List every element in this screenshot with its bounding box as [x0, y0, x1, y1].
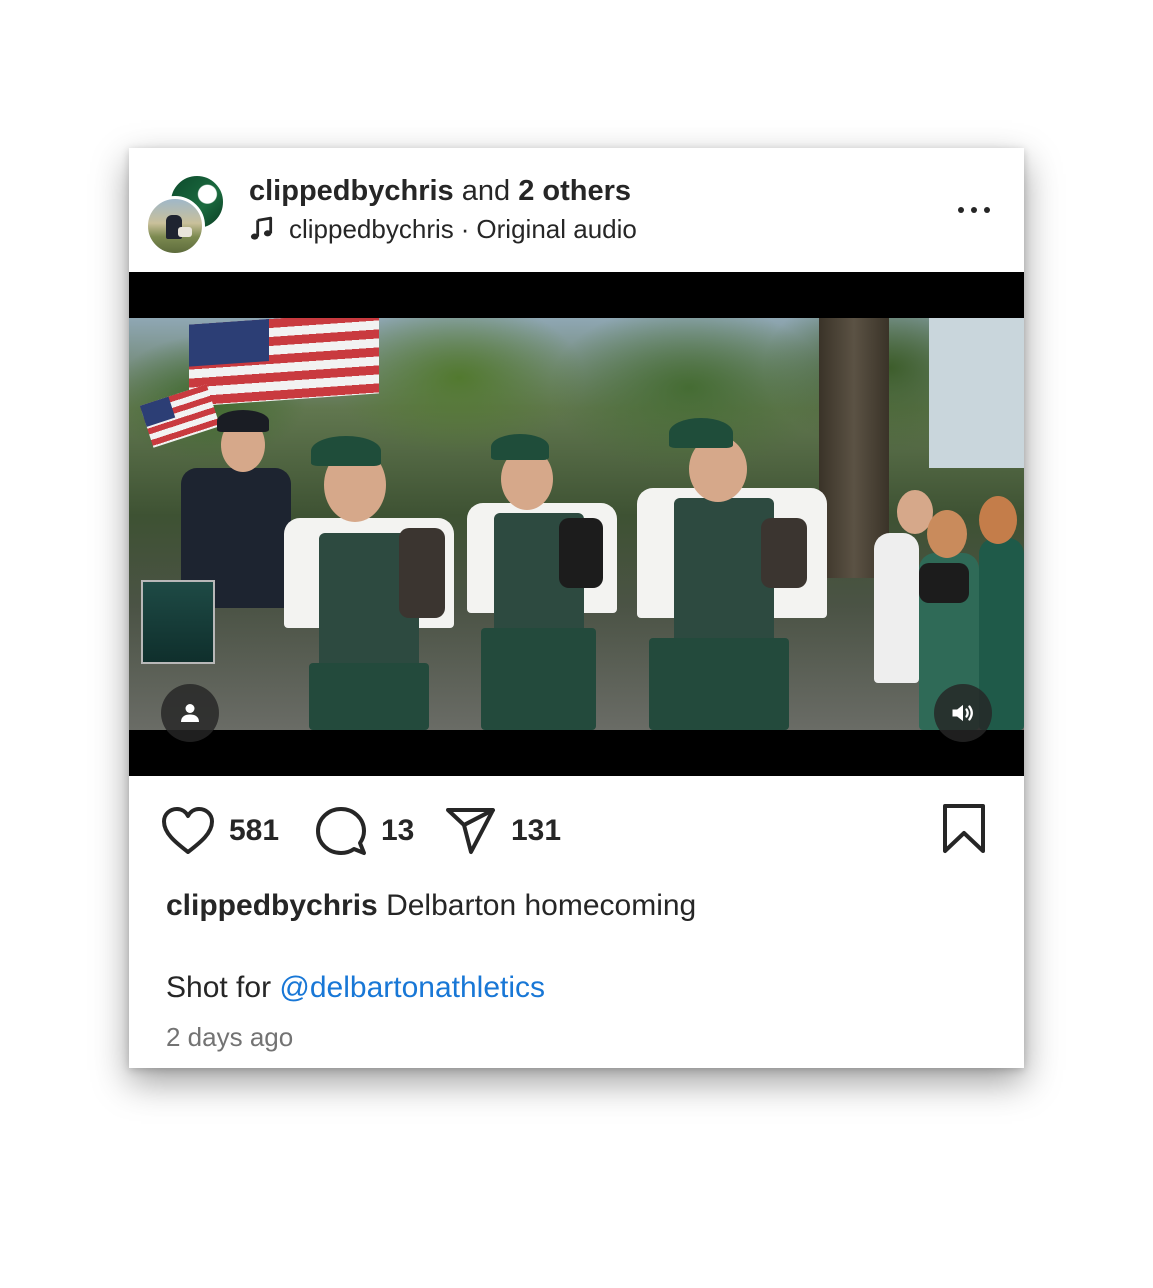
comment-button[interactable]: 13	[315, 806, 414, 856]
heart-icon	[162, 807, 214, 854]
speaker-volume-icon	[952, 704, 973, 722]
caption-username[interactable]: clippedbychris	[166, 889, 378, 922]
post-authors: clippedbychris and 2 others	[249, 174, 631, 208]
post-header: clippedbychris and 2 others clippedbychr…	[129, 148, 1024, 272]
audio-label: Original audio	[476, 214, 637, 244]
comment-bubble-icon	[316, 807, 366, 855]
save-button[interactable]	[941, 804, 987, 854]
sound-toggle-button[interactable]	[934, 684, 992, 742]
caption-line-2: Shot for @delbartonathletics	[166, 970, 545, 1006]
avatar-primary[interactable]	[145, 196, 205, 256]
mention-link[interactable]: @delbartonathletics	[279, 971, 545, 1004]
author-username[interactable]: clippedbychris	[249, 175, 454, 207]
collab-avatars[interactable]	[145, 174, 225, 256]
audio-attribution[interactable]: clippedbychris · Original audio	[249, 212, 637, 246]
like-button[interactable]: 581	[161, 806, 279, 856]
video-frame[interactable]	[129, 318, 1024, 730]
like-count[interactable]: 581	[229, 814, 279, 848]
audio-separator: ·	[460, 214, 470, 244]
bookmark-icon	[943, 804, 985, 853]
share-count[interactable]: 131	[511, 814, 561, 848]
audio-author: clippedbychris	[289, 214, 454, 244]
video-player[interactable]	[129, 272, 1024, 776]
caption-prefix: Shot for	[166, 971, 272, 1004]
comment-count[interactable]: 13	[381, 814, 414, 848]
collab-connector: and	[461, 175, 511, 207]
person-icon	[181, 704, 199, 722]
caption-text: Delbarton homecoming	[386, 889, 697, 922]
action-bar: 581 13 131	[129, 788, 1024, 878]
more-options-icon[interactable]	[954, 198, 994, 222]
paper-plane-icon	[446, 808, 495, 854]
tagged-users-button[interactable]	[161, 684, 219, 742]
post-timestamp: 2 days ago	[166, 1022, 294, 1052]
music-note-icon	[250, 216, 273, 240]
collab-others-link[interactable]: 2 others	[518, 175, 631, 207]
post-card: clippedbychris and 2 others clippedbychr…	[129, 148, 1024, 1068]
post-caption: clippedbychris Delbarton homecoming	[166, 888, 696, 924]
share-button[interactable]: 131	[445, 806, 561, 856]
